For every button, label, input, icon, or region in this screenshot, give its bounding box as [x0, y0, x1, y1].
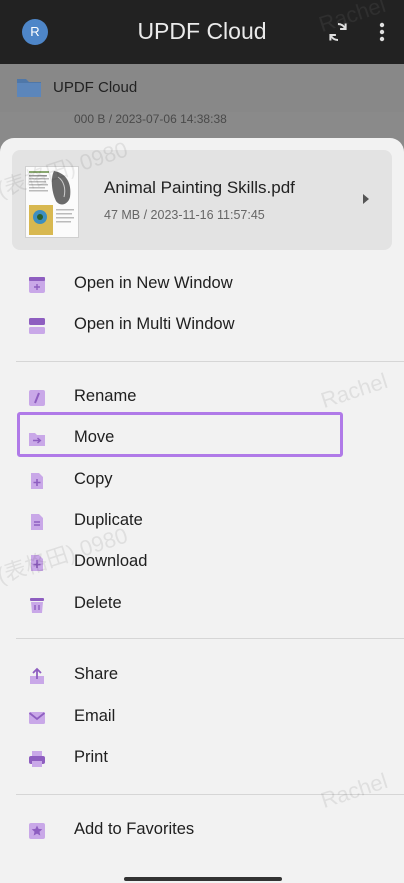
menu-label: Open in New Window — [74, 274, 233, 292]
divider — [16, 361, 404, 362]
menu-label: Share — [74, 665, 119, 683]
menu-add-favorites[interactable]: Add to Favorites — [0, 810, 404, 850]
menu-open-multi-window[interactable]: Open in Multi Window — [0, 305, 404, 345]
menu-label: Print — [74, 748, 108, 766]
menu-share[interactable]: Share — [0, 655, 404, 695]
print-icon — [29, 751, 45, 767]
file-action-sheet: Animal Painting Skills.pdf 47 MB / 2023-… — [0, 138, 404, 883]
file-meta: 47 MB / 2023-11-16 11:57:45 — [104, 208, 265, 222]
app-bar: R UPDF Cloud Rachel — [0, 0, 404, 64]
menu-label: Delete — [74, 594, 122, 612]
menu-label: Email — [74, 707, 116, 725]
new-window-icon — [29, 277, 45, 293]
menu-label: Copy — [74, 470, 113, 488]
email-icon — [28, 712, 46, 724]
menu-print[interactable]: Print — [0, 738, 404, 778]
more-vert-icon[interactable] — [372, 20, 392, 44]
caret-right-icon — [363, 194, 369, 204]
divider — [16, 638, 404, 639]
menu-open-new-window[interactable]: Open in New Window — [0, 264, 404, 304]
menu-label: Rename — [74, 387, 137, 405]
star-icon — [29, 823, 45, 839]
menu-label: Add to Favorites — [74, 820, 195, 838]
move-highlight-box — [17, 412, 343, 457]
folder-title: UPDF Cloud — [53, 79, 138, 96]
trash-icon — [30, 598, 44, 613]
multi-window-icon — [29, 318, 45, 334]
folder-row[interactable]: UPDF Cloud — [0, 64, 404, 112]
menu-label: Open in Multi Window — [74, 315, 235, 333]
home-indicator[interactable] — [124, 877, 282, 881]
menu-duplicate[interactable]: Duplicate — [0, 501, 404, 541]
menu-copy[interactable]: Copy — [0, 460, 404, 500]
share-icon — [30, 667, 44, 684]
menu-delete[interactable]: Delete — [0, 584, 404, 624]
duplicate-icon — [31, 514, 43, 530]
copy-icon — [31, 473, 43, 489]
menu-email[interactable]: Email — [0, 697, 404, 737]
rename-icon — [29, 390, 45, 406]
file-name: Animal Painting Skills.pdf — [104, 178, 295, 197]
folder-icon — [17, 79, 41, 97]
ghost-file-meta: 000 B / 2023-07-06 14:38:38 — [74, 112, 227, 126]
